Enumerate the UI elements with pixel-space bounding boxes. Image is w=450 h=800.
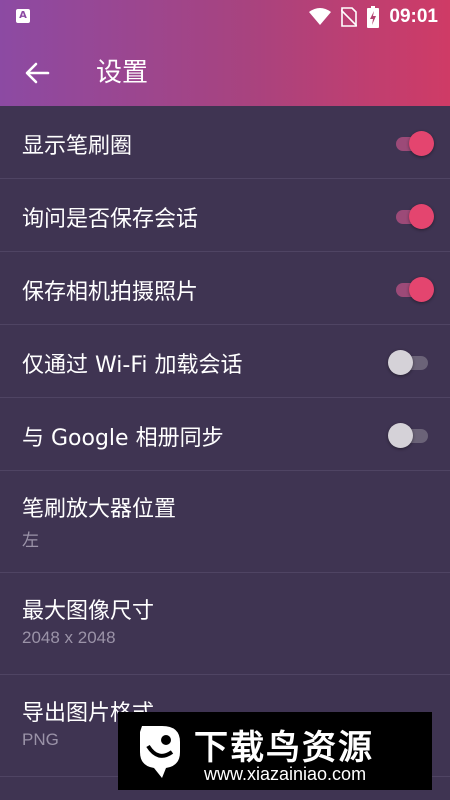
setting-label: 笔刷放大器位置 <box>22 497 177 522</box>
setting-value: PNG <box>22 730 59 749</box>
app-bar <box>0 34 450 106</box>
setting-row-save-camera-photos[interactable]: 保存相机拍摄照片 <box>0 252 450 325</box>
setting-row-ask-save-session[interactable]: 询问是否保存会话 <box>0 179 450 252</box>
toggle-switch[interactable] <box>388 347 432 375</box>
wifi-icon <box>309 8 332 25</box>
status-bar: A 09:01 <box>0 0 450 34</box>
clock: 09:01 <box>389 6 438 27</box>
watermark-url: www.xiazainiao.com <box>204 764 367 784</box>
toggle-switch[interactable] <box>392 274 434 302</box>
setting-value: 左 <box>22 531 39 550</box>
setting-value: 2048 x 2048 <box>22 628 116 647</box>
status-icons: 09:01 <box>309 0 438 34</box>
setting-label: 与 Google 相册同步 <box>22 426 224 451</box>
toggle-switch[interactable] <box>392 128 434 156</box>
setting-row-magnifier-position[interactable]: 笔刷放大器位置 左 <box>0 471 450 573</box>
setting-label: 仅通过 Wi-Fi 加载会话 <box>22 353 243 378</box>
page-title: 设置 <box>96 58 149 88</box>
toggle-switch[interactable] <box>392 201 434 229</box>
watermark-banner: 下载鸟资源 www.xiazainiao.com <box>118 712 432 790</box>
settings-list: 显示笔刷圈 询问是否保存会话 保存相机拍摄照片 仅通过 Wi-Fi 加载会话 与… <box>0 106 450 777</box>
toggle-switch[interactable] <box>388 420 432 448</box>
no-sim-icon <box>341 7 358 27</box>
setting-label: 最大图像尺寸 <box>22 599 155 624</box>
arrow-left-icon <box>25 62 50 84</box>
setting-row-google-photos-sync[interactable]: 与 Google 相册同步 <box>0 398 450 471</box>
setting-label: 询问是否保存会话 <box>22 207 199 232</box>
app-notification-icon: A <box>16 9 30 23</box>
setting-row-wifi-only[interactable]: 仅通过 Wi-Fi 加载会话 <box>0 325 450 398</box>
setting-row-show-brush-circle[interactable]: 显示笔刷圈 <box>0 106 450 179</box>
back-button[interactable] <box>22 58 52 88</box>
setting-label: 显示笔刷圈 <box>22 134 133 159</box>
battery-charging-icon <box>367 6 380 28</box>
setting-label: 保存相机拍摄照片 <box>22 280 199 305</box>
setting-row-max-image-size[interactable]: 最大图像尺寸 2048 x 2048 <box>0 573 450 675</box>
bird-logo-icon <box>140 726 180 778</box>
watermark-title: 下载鸟资源 <box>194 728 374 768</box>
